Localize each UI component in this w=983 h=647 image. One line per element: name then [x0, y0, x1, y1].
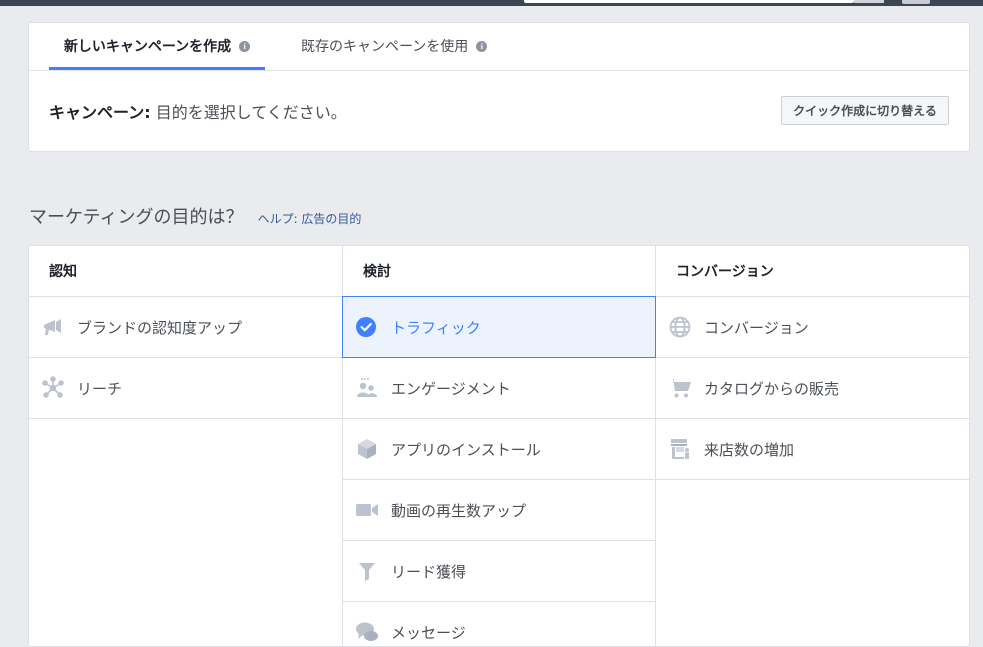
objective-label: カタログからの販売 [704, 379, 840, 398]
objective-label: 来店数の増加 [704, 440, 795, 459]
objective-label: エンゲージメント [391, 379, 511, 398]
box-icon [355, 437, 379, 461]
people-icon [355, 376, 379, 400]
help-link[interactable]: ヘルプ: 広告の目的 [258, 210, 362, 227]
chat-bubbles-icon [355, 620, 379, 644]
top-bar-button[interactable] [902, 0, 930, 4]
column-header: コンバージョン [656, 246, 969, 297]
objective-reach[interactable]: リーチ [29, 358, 342, 419]
globe-icon [668, 315, 692, 339]
objective-label: リード獲得 [391, 562, 467, 581]
marketing-objective-heading: マーケティングの目的は？ ヘルプ: 広告の目的 [29, 203, 361, 229]
shopping-cart-icon [668, 376, 692, 400]
store-icon [668, 437, 692, 461]
objective-brand-awareness[interactable]: ブランドの認知度アップ [29, 297, 342, 358]
objective-label: ブランドの認知度アップ [77, 318, 243, 337]
objective-video-views[interactable]: 動画の再生数アップ [343, 480, 655, 541]
column-header: 検討 [343, 246, 655, 297]
campaign-label: キャンペーン: [49, 103, 151, 122]
objective-label: 動画の再生数アップ [391, 501, 527, 520]
objective-catalog-sales[interactable]: カタログからの販売 [656, 358, 969, 419]
column-header: 認知 [29, 246, 342, 297]
objective-label: アプリのインストール [391, 440, 541, 459]
objective-label: コンバージョン [704, 318, 809, 337]
objective-store-visits[interactable]: 来店数の増加 [656, 419, 969, 480]
info-icon[interactable]: i [239, 40, 251, 52]
campaign-card: 新しいキャンペーンを作成 i 既存のキャンペーンを使用 i キャンペーン: 目的… [28, 22, 970, 152]
campaign-objective-prompt: キャンペーン: 目的を選択してください。 [49, 99, 347, 123]
heading-text: マーケティングの目的は？ [29, 207, 244, 228]
column-awareness: 認知 ブランドの認知度アップ リーチ [29, 246, 343, 646]
check-circle-icon [355, 315, 379, 339]
campaign-text: 目的を選択してください。 [150, 103, 347, 122]
megaphone-icon [41, 315, 65, 339]
top-navigation-bar [0, 0, 983, 6]
funnel-icon [355, 559, 379, 583]
objective-app-installs[interactable]: アプリのインストール [343, 419, 655, 480]
column-conversion: コンバージョン コンバージョン カタログからの販売 来店数の増加 [656, 246, 969, 646]
objective-traffic[interactable]: トラフィック [342, 296, 656, 358]
tab-create-new-campaign[interactable]: 新しいキャンペーンを作成 i [49, 23, 265, 70]
column-consideration: 検討 トラフィック エンゲージメント アプリのインストール 動画の再生数アップ [342, 246, 656, 646]
reach-icon [41, 376, 65, 400]
objective-messages[interactable]: メッセージ [343, 602, 655, 646]
info-icon[interactable]: i [476, 40, 488, 52]
search-button[interactable] [854, 0, 884, 3]
tab-label: 新しいキャンペーンを作成 [63, 39, 232, 55]
objective-lead-generation[interactable]: リード獲得 [343, 541, 655, 602]
video-camera-icon [355, 498, 379, 522]
switch-to-quick-creation-button[interactable]: クイック作成に切り替える [781, 96, 949, 125]
search-field[interactable] [524, 0, 854, 3]
objective-label: トラフィック [391, 318, 481, 337]
tab-label: 既存のキャンペーンを使用 [301, 39, 469, 55]
objective-grid: 認知 ブランドの認知度アップ リーチ 検討 トラフィック エンゲージメント アプ… [28, 245, 970, 647]
objective-label: メッセージ [391, 623, 466, 642]
objective-engagement[interactable]: エンゲージメント [343, 358, 655, 419]
tab-use-existing-campaign[interactable]: 既存のキャンペーンを使用 i [301, 23, 488, 69]
objective-conversions[interactable]: コンバージョン [656, 297, 969, 358]
objective-label: リーチ [77, 379, 123, 398]
campaign-tabs: 新しいキャンペーンを作成 i 既存のキャンペーンを使用 i [29, 23, 969, 71]
